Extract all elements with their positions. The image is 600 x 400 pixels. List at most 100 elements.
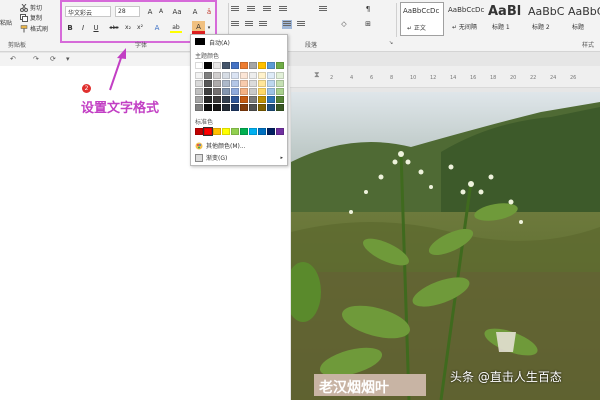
color-swatch[interactable] [258,62,266,69]
standard-color-swatch[interactable] [231,128,239,135]
paste-button[interactable]: 粘贴 [0,18,12,27]
standard-color-swatch[interactable] [213,128,221,135]
font-color-button[interactable]: A [192,21,205,34]
color-swatch[interactable] [231,96,239,103]
strikethrough-button[interactable]: abc [107,23,121,33]
color-swatch[interactable] [258,80,266,87]
text-effects-button[interactable]: A [152,23,162,33]
standard-color-swatch[interactable] [258,128,266,135]
standard-color-swatch[interactable] [222,128,230,135]
align-left-button[interactable] [230,20,240,29]
redo-icon[interactable]: ↷ [33,55,39,63]
color-swatch[interactable] [240,88,248,95]
color-swatch[interactable] [249,88,257,95]
color-swatch[interactable] [213,104,221,111]
color-swatch[interactable] [276,88,284,95]
subscript-button[interactable]: x₂ [123,23,133,33]
repeat-icon[interactable]: ⟳ [50,55,56,63]
color-swatch[interactable] [258,104,266,111]
color-swatch[interactable] [249,62,257,69]
color-swatch[interactable] [222,80,230,87]
color-swatch[interactable] [213,88,221,95]
style-normal[interactable]: AaBbCcDc ↵ 正文 [400,2,444,36]
color-swatch[interactable] [267,104,275,111]
justify-button[interactable] [282,20,292,29]
color-swatch[interactable] [222,104,230,111]
numbering-button[interactable] [246,5,256,14]
standard-color-swatch[interactable] [267,128,275,135]
standard-color-swatch[interactable] [240,128,248,135]
standard-color-swatch[interactable] [276,128,284,135]
color-swatch[interactable] [213,62,221,69]
phonetic-guide-icon[interactable]: ǎ [204,7,214,17]
color-swatch[interactable] [276,104,284,111]
more-colors-item[interactable]: 其他颜色(M)... [195,141,246,150]
color-swatch[interactable] [249,72,257,79]
shading-icon[interactable]: ◇ [338,19,350,29]
superscript-button[interactable]: x² [135,23,145,33]
horizontal-ruler[interactable]: ⧗ 2 4 6 8 10 12 14 16 18 20 22 24 26 [290,66,600,88]
dialog-launcher-icon[interactable]: ↘ [386,38,396,48]
color-swatch[interactable] [204,88,212,95]
color-swatch[interactable] [276,80,284,87]
grow-font-button[interactable]: A [145,7,155,17]
color-swatch[interactable] [240,72,248,79]
color-swatch[interactable] [258,72,266,79]
color-swatch[interactable] [231,88,239,95]
tobacco-plant-photo[interactable] [291,92,600,400]
style-title[interactable]: AaBbC 标题 [566,2,600,36]
color-swatch[interactable] [240,62,248,69]
automatic-color-option[interactable]: 自动(A) [195,38,285,47]
color-swatch[interactable] [222,96,230,103]
color-swatch[interactable] [213,96,221,103]
color-swatch[interactable] [258,88,266,95]
color-swatch[interactable] [249,80,257,87]
decrease-indent-button[interactable] [278,5,288,14]
color-swatch[interactable] [204,72,212,79]
undo-icon[interactable]: ↶ [10,55,16,63]
color-swatch[interactable] [231,80,239,87]
color-swatch[interactable] [267,88,275,95]
color-swatch[interactable] [267,72,275,79]
bold-button[interactable]: B [65,23,75,33]
highlight-button[interactable]: ab [170,23,182,33]
multilevel-list-button[interactable] [262,5,272,14]
color-swatch[interactable] [195,62,203,69]
line-spacing-button[interactable] [296,20,306,29]
color-swatch[interactable] [222,72,230,79]
cut-button[interactable]: 剪切 [20,3,42,12]
color-swatch[interactable] [204,96,212,103]
color-swatch[interactable] [240,96,248,103]
style-no-spacing[interactable]: AaBbCcDc ↵ 无间隔 [446,2,490,36]
bullets-button[interactable] [230,5,240,14]
color-swatch[interactable] [222,62,230,69]
indent-marker-icon[interactable]: ⧗ [314,70,320,80]
font-color-dropdown-icon[interactable]: ▾ [206,23,212,33]
color-swatch[interactable] [249,96,257,103]
color-swatch[interactable] [276,72,284,79]
standard-color-swatch[interactable] [195,128,203,135]
color-swatch[interactable] [204,62,212,69]
borders-icon[interactable]: ⊞ [362,19,374,29]
copy-button[interactable]: 复制 [20,13,42,22]
style-heading-1[interactable]: AaBl 标题 1 [486,2,530,36]
color-swatch[interactable] [204,104,212,111]
color-swatch[interactable] [231,104,239,111]
color-swatch[interactable] [267,80,275,87]
show-marks-icon[interactable]: ¶ [362,4,374,14]
underline-button[interactable]: U [91,23,101,33]
format-painter-button[interactable]: 格式刷 [20,24,48,33]
color-swatch[interactable] [231,72,239,79]
color-swatch[interactable] [267,96,275,103]
color-swatch[interactable] [195,96,203,103]
font-size-combo[interactable]: 28 [115,6,140,17]
color-swatch[interactable] [276,62,284,69]
color-swatch[interactable] [195,80,203,87]
align-center-button[interactable] [244,20,254,29]
style-heading-2[interactable]: AaBbC 标题 2 [526,2,570,36]
color-swatch[interactable] [213,80,221,87]
color-swatch[interactable] [222,88,230,95]
color-swatch[interactable] [258,96,266,103]
color-swatch[interactable] [267,62,275,69]
gradient-item[interactable]: 渐变(G) ▸ [195,153,285,162]
